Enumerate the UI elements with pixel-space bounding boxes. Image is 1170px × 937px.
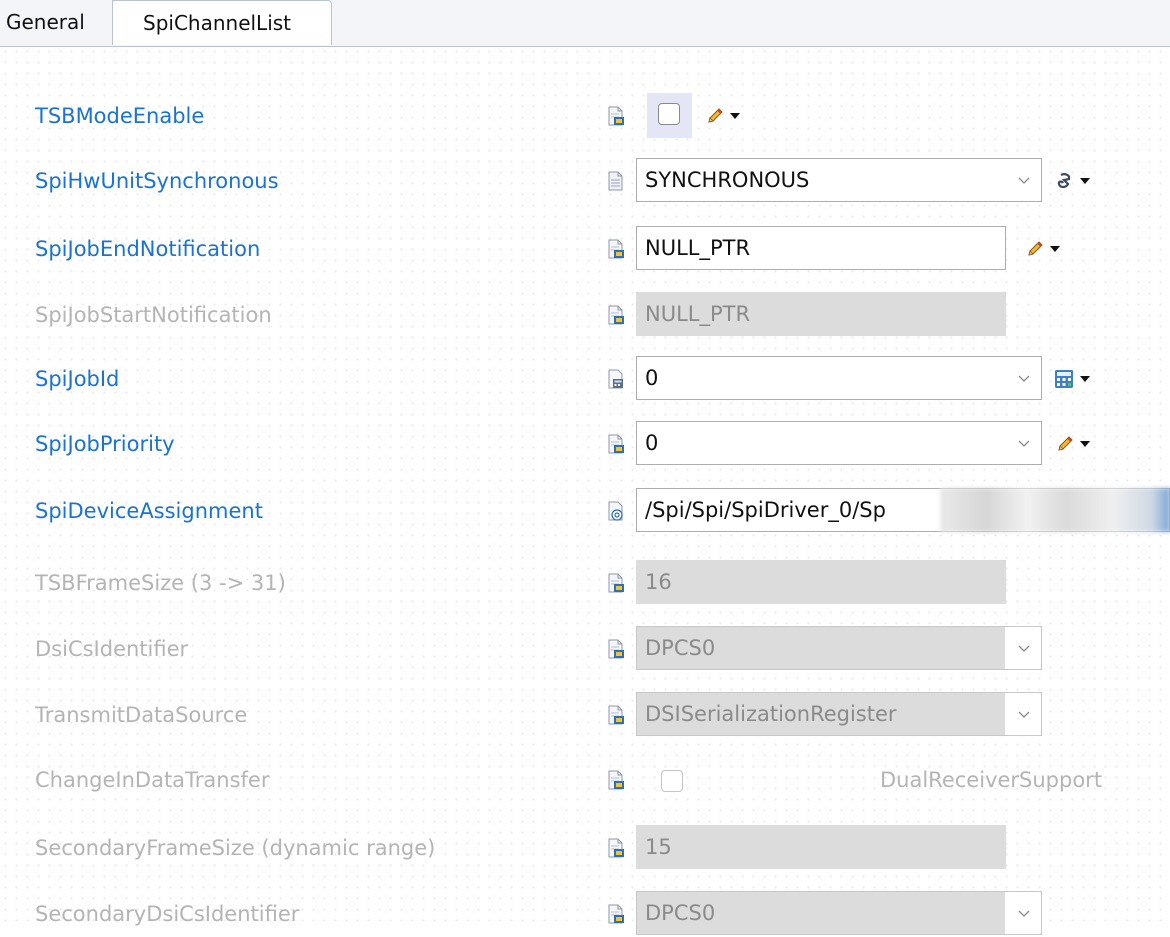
param-info-icon [607, 838, 625, 858]
param-action-menu[interactable] [1056, 170, 1090, 192]
param-label: SpiJobStartNotification [35, 303, 272, 327]
param-row-tsbmodeenable: TSBModeEnable [0, 93, 1170, 139]
spijobstartnotification-input: NULL_PTR [636, 292, 1006, 336]
secondarydsicsidentifier-select: DPCS0 [636, 891, 1042, 935]
pencil-icon[interactable] [1026, 240, 1044, 258]
param-row-spijobstartnotification: SpiJobStartNotification NULL_PTR [0, 292, 1170, 338]
param-row-dsicsidentifier: DsiCsIdentifier DPCS0 [0, 626, 1170, 672]
param-action-menu[interactable] [1054, 368, 1090, 390]
param-row-changeindatatransfer: ChangeInDataTransfer DualReceiverSupport [0, 757, 1170, 803]
config-icon[interactable] [1056, 172, 1074, 190]
input-value: NULL_PTR [645, 236, 751, 260]
transmitdatasource-select: DSISerializationRegister [636, 692, 1042, 736]
chevron-down-icon[interactable] [1080, 178, 1090, 184]
calc-icon[interactable] [607, 369, 625, 389]
calculator-icon[interactable] [1054, 369, 1074, 389]
pencil-icon[interactable] [706, 107, 724, 125]
param-row-spijobid: SpiJobId 0 [0, 356, 1170, 402]
param-label: SpiDeviceAssignment [35, 499, 263, 523]
chevron-down-icon[interactable] [1007, 422, 1041, 464]
tsbframesize-input: 16 [636, 560, 1006, 604]
param-action-menu[interactable] [1026, 238, 1060, 260]
chevron-down-icon[interactable] [1080, 441, 1090, 447]
input-value: NULL_PTR [645, 302, 751, 326]
chevron-down-icon[interactable] [730, 113, 740, 119]
pencil-icon[interactable] [1056, 435, 1074, 453]
param-info-icon [607, 573, 625, 593]
param-row-transmitdatasource: TransmitDataSource DSISerializationRegis… [0, 692, 1170, 738]
chevron-down-icon [1007, 693, 1041, 735]
param-row-spihwunitsynchronous: SpiHwUnitSynchronous SYNCHRONOUS [0, 158, 1170, 204]
param-row-secondaryframesize: SecondaryFrameSize (dynamic range) 15 [0, 825, 1170, 871]
reference-icon[interactable] [607, 501, 625, 521]
param-info-icon[interactable] [607, 239, 625, 259]
select-value: 0 [645, 366, 659, 390]
spijobid-select[interactable]: 0 [636, 356, 1042, 400]
param-label: SpiJobId [35, 367, 120, 391]
dsicsidentifier-select: DPCS0 [636, 626, 1042, 670]
param-label: SecondaryDsiCsIdentifier [35, 902, 300, 926]
param-label: TransmitDataSource [35, 703, 248, 727]
param-row-spijobpriority: SpiJobPriority 0 [0, 421, 1170, 467]
param-label: DsiCsIdentifier [35, 637, 189, 661]
select-value: 0 [645, 431, 659, 455]
param-label: TSBModeEnable [35, 104, 205, 128]
redacted-area [940, 488, 1170, 532]
param-action-menu[interactable] [706, 105, 740, 127]
param-info-icon [607, 904, 625, 924]
param-row-spideviceassignment: SpiDeviceAssignment /Spi/Spi/SpiDriver_0… [0, 488, 1170, 534]
chevron-down-icon [1007, 627, 1041, 669]
param-row-secondarydsicsidentifier: SecondaryDsiCsIdentifier DPCS0 [0, 891, 1170, 937]
param-label: SpiJobEndNotification [35, 237, 261, 261]
param-info-icon [607, 639, 625, 659]
chevron-down-icon[interactable] [1080, 376, 1090, 382]
doc-icon[interactable] [607, 171, 625, 191]
chevron-down-icon[interactable] [1007, 357, 1041, 399]
chevron-down-icon[interactable] [1007, 159, 1041, 201]
spijobendnotification-input[interactable]: NULL_PTR [636, 226, 1006, 270]
param-label: SpiJobPriority [35, 432, 175, 456]
param-label: SpiHwUnitSynchronous [35, 169, 279, 193]
param-label: TSBFrameSize (3 -> 31) [35, 571, 286, 595]
tsbmodeenable-checkbox[interactable] [658, 103, 680, 125]
input-value: 16 [645, 570, 672, 594]
select-value: DPCS0 [637, 892, 1005, 934]
param-row-spijobendnotification: SpiJobEndNotification NULL_PTR [0, 226, 1170, 272]
select-value: DPCS0 [637, 627, 1005, 669]
input-value: 15 [645, 835, 672, 859]
param-action-menu[interactable] [1056, 433, 1090, 455]
reference-value: /Spi/Spi/SpiDriver_0/Sp [645, 498, 886, 522]
dualreceiversupport-label: DualReceiverSupport [880, 768, 1103, 792]
spijobpriority-select[interactable]: 0 [636, 421, 1042, 465]
select-value: DSISerializationRegister [637, 693, 1005, 735]
param-info-icon [607, 305, 625, 325]
param-label: SecondaryFrameSize (dynamic range) [35, 836, 436, 860]
tab-spichannellist[interactable]: SpiChannelList [112, 0, 332, 45]
param-info-icon[interactable] [607, 434, 625, 454]
secondaryframesize-input: 15 [636, 825, 1006, 869]
param-info-icon [607, 770, 625, 790]
param-info-icon [607, 705, 625, 725]
spihwunitsynchronous-select[interactable]: SYNCHRONOUS [636, 158, 1042, 202]
tab-general[interactable]: General [0, 0, 136, 45]
select-value: SYNCHRONOUS [645, 168, 810, 192]
tab-spichannellist-label: SpiChannelList [143, 11, 292, 35]
tab-general-label: General [6, 10, 85, 34]
param-info-icon[interactable] [607, 106, 625, 126]
changeindatatransfer-checkbox [661, 770, 683, 792]
param-row-tsbframesize: TSBFrameSize (3 -> 31) 16 [0, 560, 1170, 606]
param-label: ChangeInDataTransfer [35, 768, 270, 792]
tab-bar: General SpiChannelList [0, 0, 1170, 47]
chevron-down-icon[interactable] [1050, 246, 1060, 252]
chevron-down-icon [1007, 892, 1041, 934]
